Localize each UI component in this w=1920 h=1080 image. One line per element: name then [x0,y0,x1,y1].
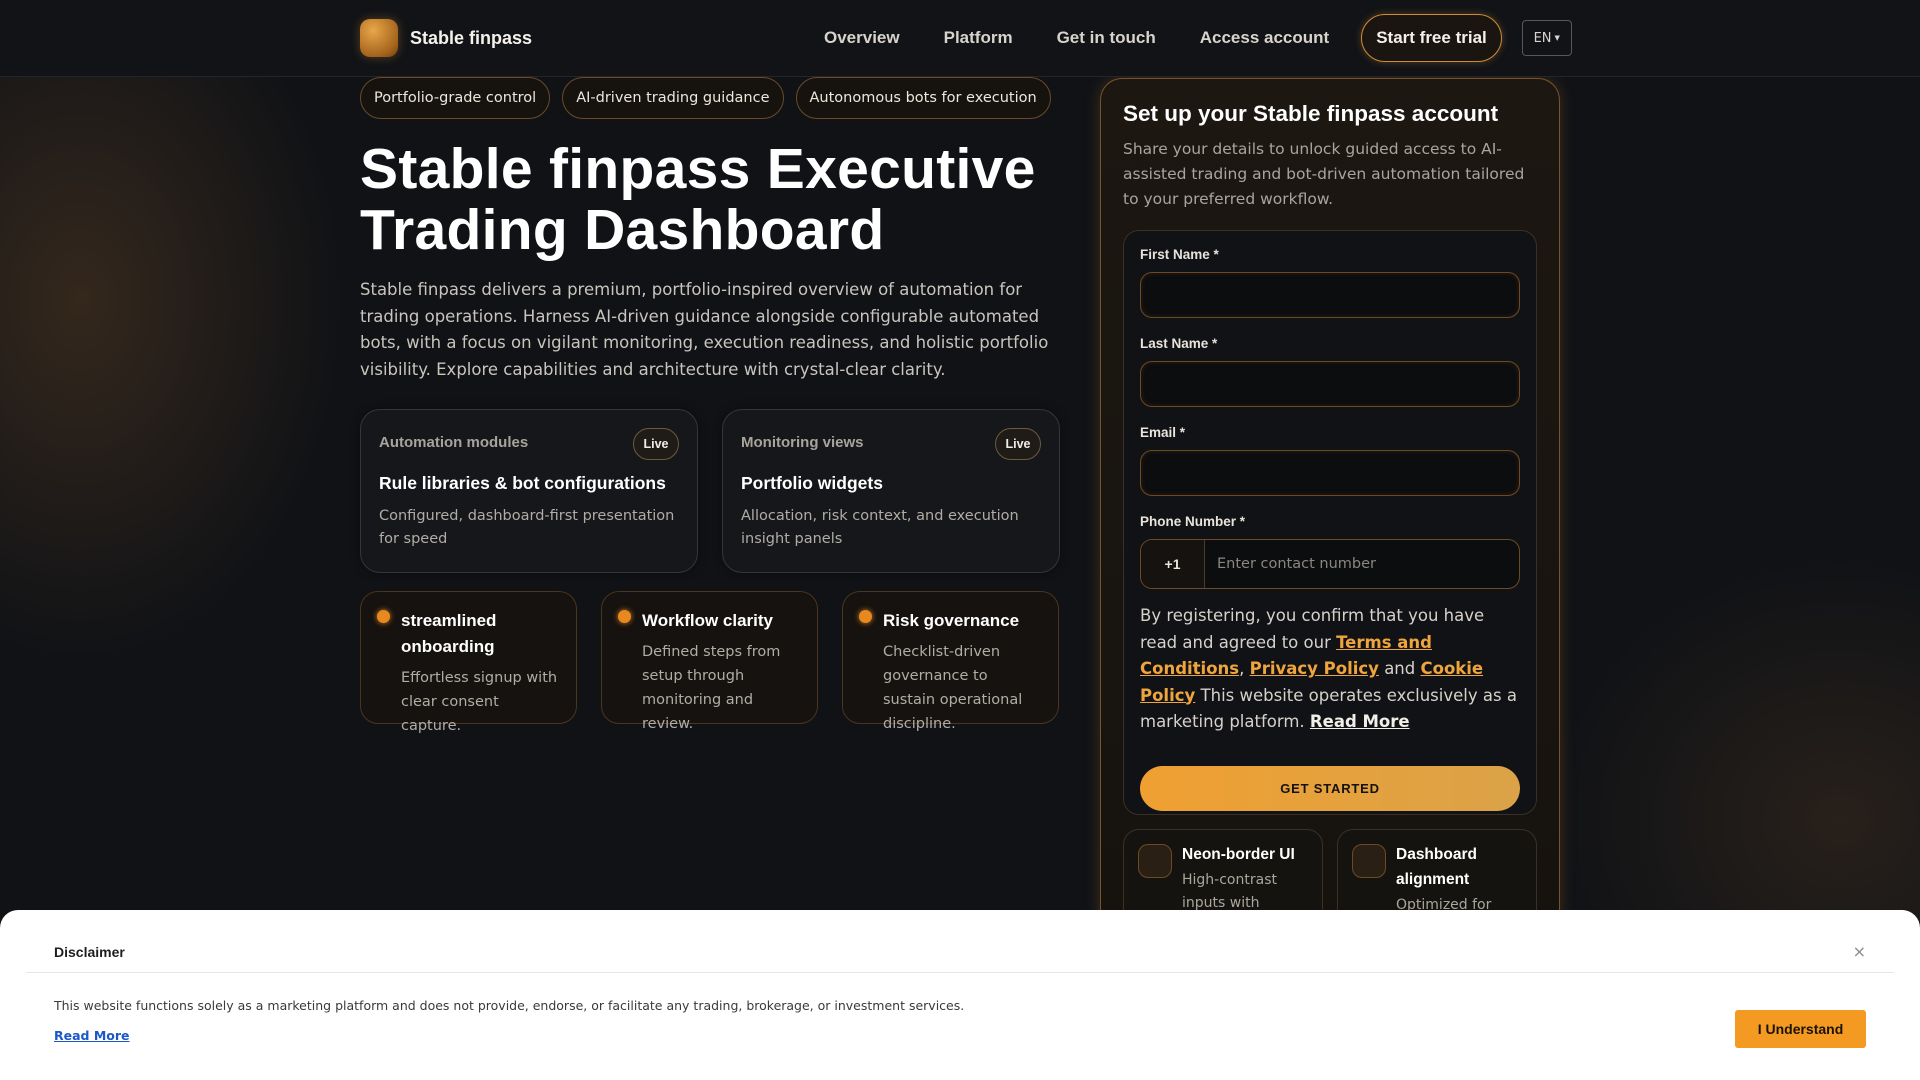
card-description: Allocation, risk context, and execution … [741,508,1019,547]
disclaimer-read-more-link[interactable]: Read More [54,1028,130,1043]
disclaimer-title: Disclaimer [54,944,125,960]
phone-field: +1 Enter contact number [1140,539,1520,589]
card-automation-modules: Automation modules Live Rule libraries &… [360,409,698,573]
language-label: EN [1533,30,1552,46]
live-badge: Live [995,428,1041,460]
language-selector[interactable]: EN ▼ [1521,20,1572,56]
caret-down-icon: ▼ [1554,34,1560,42]
first-name-label: First Name * [1140,247,1219,262]
signup-form: First Name * Last Name * Email * Phone N… [1123,230,1537,815]
main-nav: Overview Platform Get in touch Access ac… [824,14,1572,62]
consent-comma: , [1239,659,1245,678]
hero-title: Stable finpass Executive Trading Dashboa… [360,137,1036,262]
nav-access-account[interactable]: Access account [1200,14,1329,62]
disclaimer-text: This website functions solely as a marke… [54,998,965,1013]
feature-card: Risk governance Checklist-driven governa… [842,591,1059,732]
chip: Portfolio-grade control [360,77,551,119]
start-free-trial-button[interactable]: Start free trial [1361,14,1502,62]
feature-square-icon [1138,844,1172,878]
hero-section: Portfolio-grade control AI-driven tradin… [360,77,1060,734]
live-badge: Live [633,428,679,460]
brand-name: Stable finpass [410,27,533,48]
top-header: Stable finpass Overview Platform Get in … [0,0,1920,77]
read-more-link[interactable]: Read More [1310,712,1410,731]
brand-logo-icon [360,19,398,57]
last-name-input[interactable] [1140,361,1520,407]
chip: AI-driven trading guidance [562,77,784,119]
email-input[interactable] [1140,450,1520,496]
phone-label: Phone Number * [1140,514,1246,529]
feature-description: Effortless signup with clear consent cap… [401,670,558,734]
last-name-label: Last Name * [1140,336,1218,351]
mini-title: Neon-border UI [1182,846,1295,863]
feature-cards: streamlined onboarding Effortless signup… [360,591,1060,734]
feature-square-icon [1352,844,1386,878]
i-understand-button[interactable]: I Understand [1735,1010,1866,1048]
disclaimer-banner: Disclaimer × This website functions sole… [0,910,1920,1080]
divider [26,972,1894,973]
module-cards: Automation modules Live Rule libraries &… [360,409,1060,573]
first-name-input[interactable] [1140,272,1520,318]
feature-title: streamlined onboarding [401,611,497,656]
status-dot-icon [618,610,631,623]
nav-get-in-touch[interactable]: Get in touch [1057,14,1156,62]
card-monitoring-views: Monitoring views Live Portfolio widgets … [722,409,1060,573]
card-title: Portfolio widgets [741,473,883,493]
chip: Autonomous bots for execution [795,77,1051,119]
close-icon[interactable]: × [1853,942,1866,961]
nav-platform[interactable]: Platform [944,14,1013,62]
nav-overview[interactable]: Overview [824,14,900,62]
privacy-link[interactable]: Privacy Policy [1250,659,1379,678]
consent-text: By registering, you confirm that you hav… [1140,603,1520,736]
phone-country-code[interactable]: +1 [1141,540,1205,588]
card-title: Rule libraries & bot configurations [379,473,666,493]
feature-title: Risk governance [883,611,1020,630]
mini-description: High-contrast inputs with [1182,872,1277,911]
card-description: Configured, dashboard-first presentation… [379,508,675,547]
hero-chips: Portfolio-grade control AI-driven tradin… [360,77,1060,119]
status-dot-icon [859,610,872,623]
signup-title: Set up your Stable finpass account [1123,101,1499,126]
feature-description: Defined steps from setup through monitor… [642,644,781,732]
feature-description: Checklist-driven governance to sustain o… [883,644,1023,732]
feature-title: Workflow clarity [642,611,773,630]
signup-panel: Set up your Stable finpass account Share… [1100,78,1560,949]
consent-and: and [1378,659,1421,678]
consent-prefix: By registering, you confirm that you hav… [1140,606,1485,652]
brand[interactable]: Stable finpass [360,19,532,57]
mini-title: Dashboard alignment [1396,846,1477,888]
feature-card: streamlined onboarding Effortless signup… [360,591,577,734]
signup-description: Share your details to unlock guided acce… [1123,140,1525,208]
hero-description: Stable finpass delivers a premium, portf… [360,280,1049,379]
get-started-button[interactable]: GET STARTED [1140,765,1520,811]
status-dot-icon [377,610,390,623]
feature-card: Workflow clarity Defined steps from setu… [601,591,818,732]
phone-input[interactable]: Enter contact number [1205,540,1519,588]
email-label: Email * [1140,425,1186,440]
